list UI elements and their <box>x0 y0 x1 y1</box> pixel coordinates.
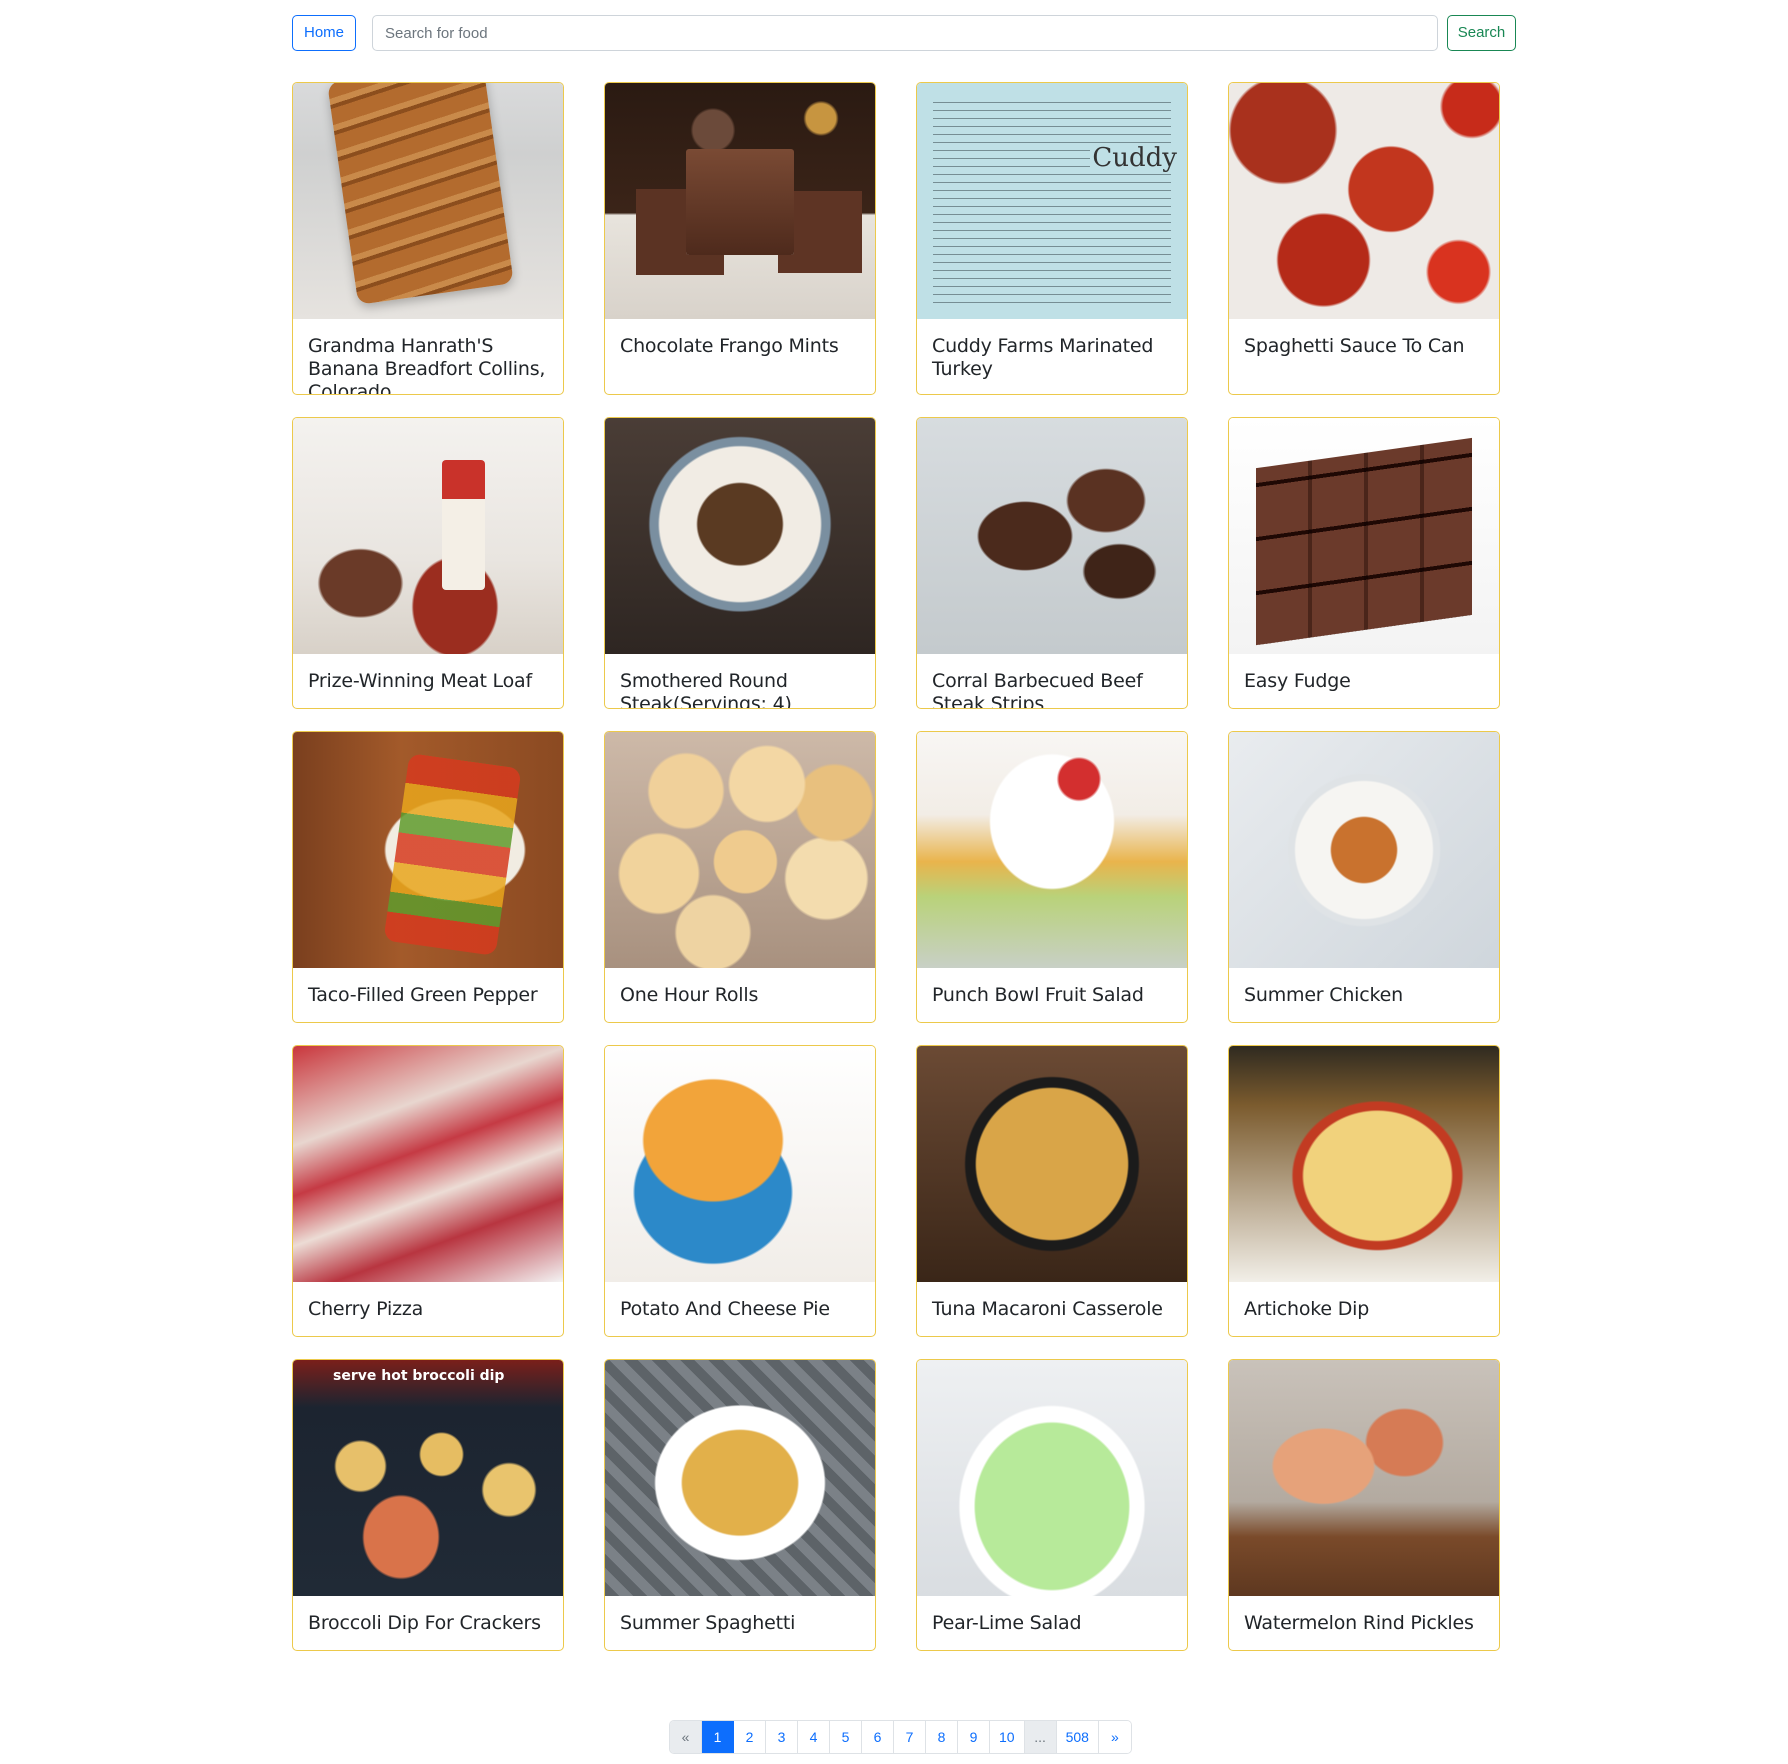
pagination-page-9[interactable]: 9 <box>958 1721 990 1753</box>
recipe-image[interactable] <box>1229 1046 1499 1282</box>
recipe-card[interactable]: Smothered Round Steak(Servings: 4) <box>604 417 876 709</box>
top-search-bar: Home Search <box>292 15 1516 51</box>
recipe-image[interactable] <box>605 83 875 319</box>
recipe-card[interactable]: Cuddy Farms Marinated Turkey <box>916 82 1188 395</box>
recipe-image[interactable] <box>917 1360 1187 1596</box>
pagination-page-8[interactable]: 8 <box>926 1721 958 1753</box>
recipe-title[interactable]: Pear-Lime Salad <box>917 1596 1187 1635</box>
recipe-grid: Grandma Hanrath'S Banana Breadfort Colli… <box>292 82 1500 1651</box>
recipe-card[interactable]: Spaghetti Sauce To Can <box>1228 82 1500 395</box>
recipe-title[interactable]: Smothered Round Steak(Servings: 4) <box>605 654 875 708</box>
recipe-card[interactable]: Tuna Macaroni Casserole <box>916 1045 1188 1337</box>
recipe-card[interactable]: Summer Spaghetti <box>604 1359 876 1651</box>
recipe-image[interactable] <box>1229 1360 1499 1596</box>
recipe-image[interactable] <box>605 1360 875 1596</box>
recipe-title[interactable]: Tuna Macaroni Casserole <box>917 1282 1187 1321</box>
recipe-title[interactable]: Prize-Winning Meat Loaf <box>293 654 563 693</box>
recipe-title[interactable]: One Hour Rolls <box>605 968 875 1007</box>
pagination: « 1 2 3 4 5 6 7 8 9 10 ... 508 » <box>669 1720 1132 1754</box>
recipe-title[interactable]: Watermelon Rind Pickles <box>1229 1596 1499 1635</box>
pagination-page-4[interactable]: 4 <box>798 1721 830 1753</box>
search-button[interactable]: Search <box>1447 15 1516 51</box>
recipe-title[interactable]: Punch Bowl Fruit Salad <box>917 968 1187 1007</box>
pagination-prev: « <box>670 1721 702 1753</box>
home-button[interactable]: Home <box>292 15 356 51</box>
pagination-page-2[interactable]: 2 <box>734 1721 766 1753</box>
recipe-title[interactable]: Cherry Pizza <box>293 1282 563 1321</box>
recipe-image[interactable] <box>293 1360 563 1596</box>
recipe-title[interactable]: Broccoli Dip For Crackers <box>293 1596 563 1635</box>
pagination-next[interactable]: » <box>1098 1721 1131 1753</box>
recipe-title[interactable]: Potato And Cheese Pie <box>605 1282 875 1321</box>
recipe-title[interactable]: Artichoke Dip <box>1229 1282 1499 1321</box>
recipe-image[interactable] <box>1229 732 1499 968</box>
pagination-ellipsis: ... <box>1024 1721 1057 1753</box>
pagination-page-7[interactable]: 7 <box>894 1721 926 1753</box>
recipe-card[interactable]: Prize-Winning Meat Loaf <box>292 417 564 709</box>
recipe-card[interactable]: Artichoke Dip <box>1228 1045 1500 1337</box>
recipe-title[interactable]: Grandma Hanrath'S Banana Breadfort Colli… <box>293 319 563 394</box>
recipe-title[interactable]: Chocolate Frango Mints <box>605 319 875 358</box>
recipe-image[interactable] <box>605 418 875 654</box>
recipe-title[interactable]: Taco-Filled Green Pepper <box>293 968 563 1007</box>
recipe-title[interactable]: Spaghetti Sauce To Can <box>1229 319 1499 358</box>
pagination-page-10[interactable]: 10 <box>990 1721 1025 1753</box>
recipe-card[interactable]: Cherry Pizza <box>292 1045 564 1337</box>
recipe-card[interactable]: Grandma Hanrath'S Banana Breadfort Colli… <box>292 82 564 395</box>
recipe-card[interactable]: Pear-Lime Salad <box>916 1359 1188 1651</box>
search-input[interactable] <box>372 15 1438 51</box>
pagination-page-5[interactable]: 5 <box>830 1721 862 1753</box>
recipe-card[interactable]: Punch Bowl Fruit Salad <box>916 731 1188 1023</box>
recipe-card[interactable]: Corral Barbecued Beef Steak Strips <box>916 417 1188 709</box>
recipe-image[interactable] <box>293 83 563 319</box>
recipe-card[interactable]: Potato And Cheese Pie <box>604 1045 876 1337</box>
recipe-title[interactable]: Cuddy Farms Marinated Turkey <box>917 319 1187 381</box>
recipe-image[interactable] <box>605 1046 875 1282</box>
recipe-card[interactable]: One Hour Rolls <box>604 731 876 1023</box>
recipe-card[interactable]: Broccoli Dip For Crackers <box>292 1359 564 1651</box>
recipe-image[interactable] <box>917 1046 1187 1282</box>
recipe-card[interactable]: Summer Chicken <box>1228 731 1500 1023</box>
recipe-card[interactable]: Watermelon Rind Pickles <box>1228 1359 1500 1651</box>
recipe-image[interactable] <box>293 418 563 654</box>
recipe-image[interactable] <box>1229 418 1499 654</box>
recipe-image[interactable] <box>917 83 1187 319</box>
recipe-title[interactable]: Corral Barbecued Beef Steak Strips <box>917 654 1187 708</box>
recipe-card[interactable]: Chocolate Frango Mints <box>604 82 876 395</box>
recipe-card[interactable]: Taco-Filled Green Pepper <box>292 731 564 1023</box>
recipe-image[interactable] <box>605 732 875 968</box>
recipe-card[interactable]: Easy Fudge <box>1228 417 1500 709</box>
pagination-last-page[interactable]: 508 <box>1056 1721 1099 1753</box>
recipe-image[interactable] <box>1229 83 1499 319</box>
pagination-page-6[interactable]: 6 <box>862 1721 894 1753</box>
recipe-title[interactable]: Summer Chicken <box>1229 968 1499 1007</box>
pagination-page-3[interactable]: 3 <box>766 1721 798 1753</box>
recipe-image[interactable] <box>293 732 563 968</box>
recipe-image[interactable] <box>917 732 1187 968</box>
pagination-page-1[interactable]: 1 <box>702 1721 734 1753</box>
recipe-title[interactable]: Summer Spaghetti <box>605 1596 875 1635</box>
recipe-image[interactable] <box>293 1046 563 1282</box>
recipe-title[interactable]: Easy Fudge <box>1229 654 1499 693</box>
recipe-image[interactable] <box>917 418 1187 654</box>
